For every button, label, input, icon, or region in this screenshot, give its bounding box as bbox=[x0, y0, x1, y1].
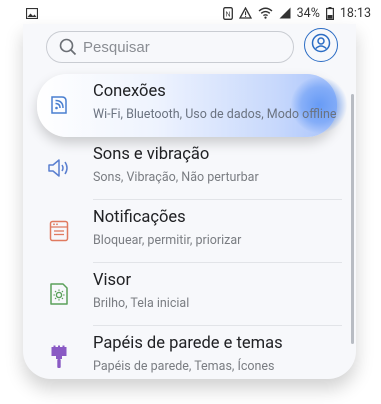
settings-list: Conexões Wi-Fi, Bluetooth, Uso de dados,… bbox=[23, 74, 356, 379]
settings-item-display[interactable]: Visor Brilho, Tela inicial bbox=[23, 263, 356, 326]
display-icon bbox=[47, 282, 71, 306]
settings-item-subtitle: Sons, Vibração, Não perturbar bbox=[93, 170, 259, 185]
settings-item-title: Sons e vibração bbox=[93, 145, 210, 164]
brush-icon bbox=[47, 345, 71, 369]
search-bar[interactable] bbox=[46, 31, 294, 63]
battery-icon bbox=[325, 6, 334, 20]
settings-item-subtitle: Wi-Fi, Bluetooth, Uso de dados, Modo off… bbox=[93, 107, 337, 122]
settings-item-title: Notificações bbox=[93, 208, 186, 227]
settings-item-title: Papéis de parede e temas bbox=[93, 334, 283, 353]
settings-item-connections[interactable]: Conexões Wi-Fi, Bluetooth, Uso de dados,… bbox=[37, 74, 347, 137]
settings-item-title: Visor bbox=[93, 271, 132, 290]
alert-icon bbox=[238, 7, 252, 19]
notifications-icon bbox=[47, 219, 71, 243]
touch-ripple bbox=[291, 77, 347, 133]
signal-icon bbox=[279, 7, 291, 19]
settings-item-sounds[interactable]: Sons e vibração Sons, Vibração, Não pert… bbox=[23, 137, 356, 200]
nfc-icon: N bbox=[222, 6, 233, 20]
gallery-icon bbox=[26, 7, 38, 19]
status-time: 18:13 bbox=[339, 5, 371, 21]
settings-item-title: Conexões bbox=[93, 82, 166, 101]
connections-icon bbox=[47, 93, 71, 117]
battery-percent: 34% bbox=[296, 5, 320, 21]
search-input[interactable] bbox=[81, 37, 275, 57]
settings-screen: Conexões Wi-Fi, Bluetooth, Uso de dados,… bbox=[23, 24, 356, 379]
settings-item-subtitle: Papéis de parede, Temas, Ícones bbox=[93, 359, 275, 374]
settings-item-notifications[interactable]: Notificações Bloquear, permitir, prioriz… bbox=[23, 200, 356, 263]
svg-text:N: N bbox=[225, 11, 230, 18]
settings-item-subtitle: Brilho, Tela inicial bbox=[93, 296, 190, 311]
account-icon bbox=[311, 33, 331, 57]
status-bar: N 34% 18:13 bbox=[0, 0, 381, 26]
wifi-icon bbox=[258, 7, 273, 19]
settings-item-subtitle: Bloquear, permitir, priorizar bbox=[93, 233, 242, 248]
search-icon bbox=[59, 38, 77, 56]
settings-item-wallpapers[interactable]: Papéis de parede e temas Papéis de pared… bbox=[23, 326, 356, 379]
account-button[interactable] bbox=[304, 28, 338, 62]
speaker-icon bbox=[47, 156, 71, 180]
